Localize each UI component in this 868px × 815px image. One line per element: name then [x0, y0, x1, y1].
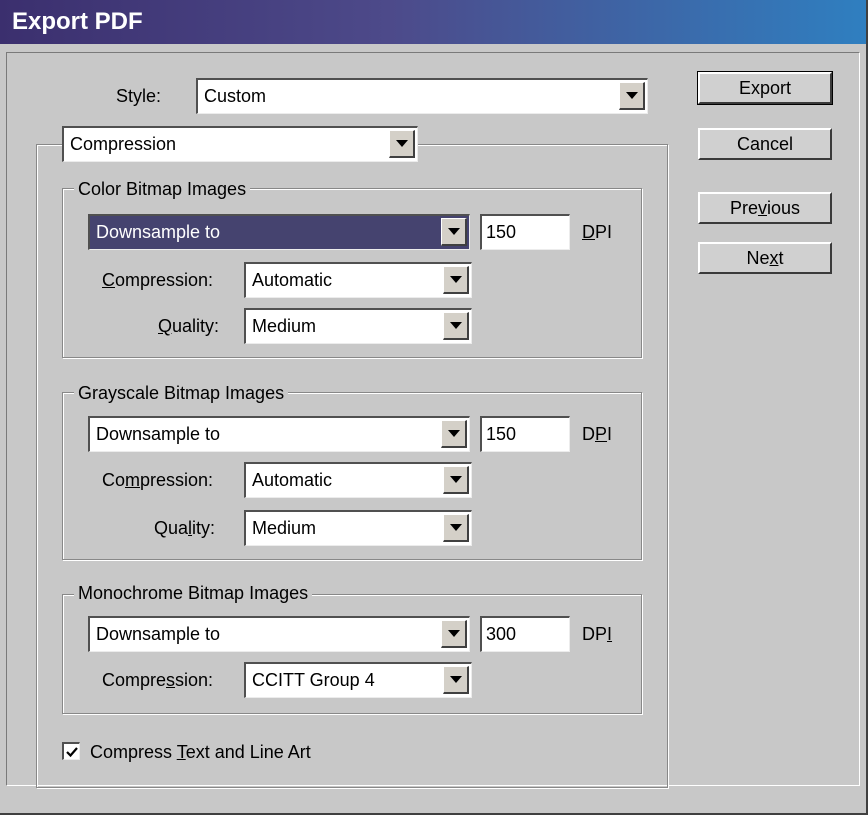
color-dpi-input[interactable]: 150	[480, 214, 570, 250]
monochrome-bitmap-legend: Monochrome Bitmap Images	[74, 582, 313, 604]
compress-text-label: Compress Text and Line Art	[90, 742, 311, 762]
grayscale-compression-select[interactable]: Automatic	[244, 462, 472, 498]
grayscale-sampling-value: Downsample to	[96, 424, 221, 444]
dialog-title: Export PDF	[12, 8, 143, 35]
grayscale-quality-select[interactable]: Medium	[244, 510, 472, 546]
color-compression-select[interactable]: Automatic	[244, 262, 472, 298]
grayscale-compression-label: Compression:	[102, 470, 214, 490]
style-label: Style:	[116, 86, 162, 106]
panel-select[interactable]: Compression	[62, 126, 418, 162]
color-compression-value: Automatic	[252, 270, 333, 290]
monochrome-compression-value: CCITT Group 4	[252, 670, 375, 690]
compress-text-checkbox[interactable]	[62, 742, 80, 760]
chevron-down-icon[interactable]	[443, 312, 469, 340]
grayscale-quality-label: Quality:	[154, 518, 216, 538]
color-quality-select[interactable]: Medium	[244, 308, 472, 344]
monochrome-sampling-select[interactable]: Downsample to	[88, 616, 470, 652]
grayscale-bitmap-legend: Grayscale Bitmap Images	[74, 382, 289, 404]
grayscale-sampling-select[interactable]: Downsample to	[88, 416, 470, 452]
color-sampling-select[interactable]: Downsample to	[88, 214, 470, 250]
chevron-down-icon[interactable]	[441, 218, 467, 246]
previous-button[interactable]: Previous	[698, 192, 832, 224]
color-sampling-value: Downsample to	[96, 222, 221, 242]
grayscale-dpi-unit: DPI	[582, 424, 613, 444]
monochrome-dpi-unit: DPI	[582, 624, 613, 644]
monochrome-sampling-value: Downsample to	[96, 624, 221, 644]
grayscale-compression-value: Automatic	[252, 470, 333, 490]
color-dpi-unit: DPI	[582, 222, 613, 242]
style-value: Custom	[204, 86, 267, 106]
monochrome-dpi-input[interactable]: 300	[480, 616, 570, 652]
title-bar[interactable]: Export PDF	[0, 0, 866, 44]
export-pdf-dialog: Export PDF Style: Custom Export Cancel P…	[0, 0, 868, 815]
chevron-down-icon[interactable]	[389, 130, 415, 158]
monochrome-compression-select[interactable]: CCITT Group 4	[244, 662, 472, 698]
style-select[interactable]: Custom	[196, 78, 648, 114]
color-compression-label: Compression:	[102, 270, 214, 290]
panel-select-value: Compression	[70, 134, 177, 154]
chevron-down-icon[interactable]	[441, 620, 467, 648]
next-button[interactable]: Next	[698, 242, 832, 274]
grayscale-quality-value: Medium	[252, 518, 317, 538]
monochrome-compression-label: Compression:	[102, 670, 214, 690]
cancel-button[interactable]: Cancel	[698, 128, 832, 160]
color-quality-value: Medium	[252, 316, 317, 336]
chevron-down-icon[interactable]	[443, 266, 469, 294]
color-bitmap-legend: Color Bitmap Images	[74, 178, 251, 200]
export-button[interactable]: Export	[697, 71, 833, 105]
grayscale-dpi-input[interactable]: 150	[480, 416, 570, 452]
chevron-down-icon[interactable]	[443, 466, 469, 494]
chevron-down-icon[interactable]	[443, 666, 469, 694]
checkmark-icon	[65, 746, 78, 757]
chevron-down-icon[interactable]	[443, 514, 469, 542]
chevron-down-icon[interactable]	[441, 420, 467, 448]
color-quality-label: Quality:	[158, 316, 220, 336]
chevron-down-icon[interactable]	[619, 82, 645, 110]
